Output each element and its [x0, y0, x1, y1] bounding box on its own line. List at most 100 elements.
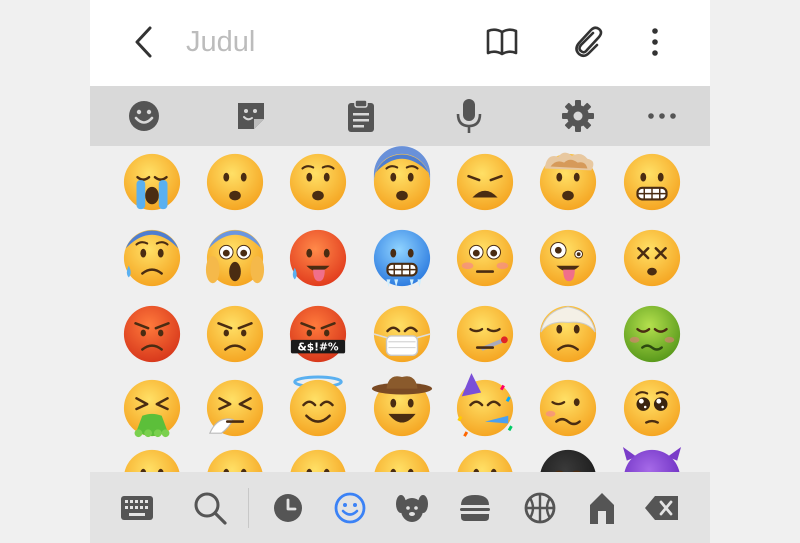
more-options-button[interactable]	[635, 22, 675, 62]
category-smileys[interactable]	[330, 488, 370, 528]
emoji-nerd-face[interactable]	[453, 446, 517, 472]
burger-icon	[460, 495, 490, 521]
clipboard-tool-button[interactable]	[341, 96, 381, 136]
monocle-face-icon	[374, 449, 430, 472]
attach-button[interactable]	[568, 22, 608, 62]
emoji-cursing-face[interactable]: &$!#%	[286, 302, 350, 366]
keyboard-icon	[121, 496, 153, 520]
title-input[interactable]	[186, 20, 446, 64]
emoji-weary-face[interactable]	[453, 150, 517, 214]
back-button[interactable]	[126, 24, 162, 60]
reader-button[interactable]	[482, 22, 522, 62]
emoji-smiling-devil[interactable]	[536, 446, 600, 472]
emoji-grid: &$!#%	[90, 146, 710, 472]
basketball-icon	[524, 492, 556, 524]
anxious-face-sweat-icon	[123, 229, 181, 287]
emoji-woozy-face[interactable]	[536, 376, 600, 440]
emoji-anguished-face[interactable]	[286, 150, 350, 214]
backspace-button[interactable]	[642, 488, 682, 528]
anguished-face-icon	[289, 153, 347, 211]
emoji-lying-face[interactable]	[120, 446, 184, 472]
hot-face-icon	[289, 229, 347, 287]
emoji-bandage-face[interactable]	[536, 302, 600, 366]
emoji-angry-devil[interactable]	[620, 446, 684, 472]
emoji-pouting-face[interactable]	[120, 302, 184, 366]
emoji-flushed-face[interactable]	[453, 226, 517, 290]
angry-devil-icon	[622, 447, 682, 472]
exploding-head-icon	[539, 152, 597, 211]
book-icon	[486, 28, 518, 56]
emoji-frowning-face-open-mouth[interactable]	[203, 150, 267, 214]
category-animals[interactable]	[392, 488, 432, 528]
emoji-thermometer-face[interactable]	[453, 302, 517, 366]
emoji-tool-button[interactable]	[124, 96, 164, 136]
vomiting-face-icon	[123, 379, 181, 438]
censor-text: &$!#%	[297, 340, 338, 353]
keyboard-screen: &$!#%	[90, 0, 710, 543]
category-divider	[248, 488, 249, 528]
gear-icon	[562, 100, 594, 132]
grimacing-face-icon	[623, 153, 681, 211]
lying-face-icon	[124, 449, 180, 472]
settings-button[interactable]	[558, 96, 598, 136]
fearful-face-icon	[373, 146, 431, 211]
party-face-icon	[456, 373, 514, 437]
chevron-left-icon	[135, 26, 152, 58]
sticker-icon	[238, 103, 264, 129]
angry-face-icon	[206, 305, 264, 363]
woozy-face-icon	[539, 379, 597, 437]
weary-face-icon	[456, 153, 514, 211]
emoji-medical-mask-face[interactable]	[370, 302, 434, 366]
nerd-face-icon	[457, 449, 513, 472]
emoji-pleading-face[interactable]	[620, 376, 684, 440]
emoji-sneezing-face[interactable]	[203, 376, 267, 440]
emoji-zany-face[interactable]	[536, 226, 600, 290]
emoji-cold-face[interactable]	[370, 226, 434, 290]
emoji-shushing-face[interactable]	[203, 446, 267, 472]
title-bar	[90, 0, 710, 86]
emoji-nauseated-face[interactable]	[620, 302, 684, 366]
emoji-loudly-crying-face[interactable]	[120, 150, 184, 214]
category-places[interactable]	[582, 488, 622, 528]
search-icon	[194, 492, 227, 525]
frowning-face-open-mouth-icon	[206, 153, 264, 211]
cursing-face-icon: &$!#%	[289, 305, 347, 363]
category-recent[interactable]	[268, 488, 308, 528]
voice-input-button[interactable]	[449, 96, 489, 136]
emoji-anxious-face-sweat[interactable]	[120, 226, 184, 290]
flushed-face-icon	[456, 229, 514, 287]
loudly-crying-face-icon	[123, 153, 181, 211]
pouting-face-icon	[123, 305, 181, 363]
smiley-icon	[334, 492, 366, 524]
backspace-icon	[645, 496, 678, 520]
building-icon	[590, 493, 614, 524]
emoji-monocle-face[interactable]	[370, 446, 434, 472]
emoji-search-button[interactable]	[190, 488, 230, 528]
emoji-category-bar	[90, 472, 710, 543]
emoji-angry-face[interactable]	[203, 302, 267, 366]
emoji-party-face[interactable]	[453, 373, 517, 440]
emoji-hot-face[interactable]	[286, 226, 350, 290]
emoji-vomiting-face[interactable]	[120, 376, 184, 440]
medical-mask-face-icon	[373, 305, 431, 363]
dizzy-face-icon	[623, 229, 681, 287]
emoji-hand-over-mouth-face[interactable]	[286, 446, 350, 472]
cold-face-icon	[373, 229, 431, 288]
shushing-face-icon	[207, 449, 263, 472]
category-food[interactable]	[455, 488, 495, 528]
emoji-cowboy-face[interactable]	[370, 376, 434, 440]
keyboard-switch-button[interactable]	[117, 488, 157, 528]
keyboard-toolbar	[90, 86, 710, 146]
screaming-face-icon	[205, 229, 265, 287]
emoji-screaming-face[interactable]	[203, 226, 267, 290]
cowboy-face-icon	[371, 376, 433, 437]
emoji-halo-face[interactable]	[286, 375, 350, 440]
emoji-grimacing-face[interactable]	[620, 150, 684, 214]
emoji-exploding-head[interactable]	[536, 150, 600, 214]
emoji-dizzy-face[interactable]	[620, 226, 684, 290]
more-tools-button[interactable]	[642, 96, 682, 136]
sticker-tool-button[interactable]	[231, 96, 271, 136]
clipboard-icon	[348, 99, 374, 132]
category-activities[interactable]	[520, 488, 560, 528]
emoji-fearful-face[interactable]	[370, 146, 434, 214]
